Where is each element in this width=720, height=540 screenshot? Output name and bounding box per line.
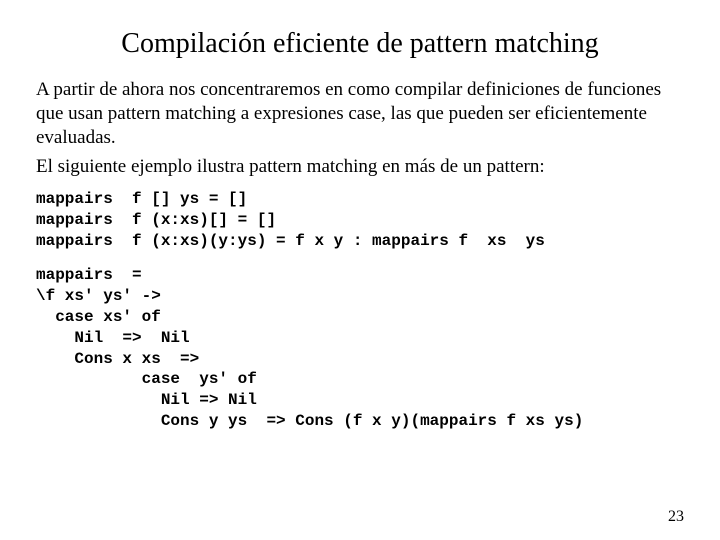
- page-number: 23: [668, 508, 684, 526]
- code-block-2: mappairs = \f xs' ys' -> case xs' of Nil…: [36, 265, 684, 431]
- slide: Compilación eficiente de pattern matchin…: [0, 0, 720, 540]
- slide-title: Compilación eficiente de pattern matchin…: [36, 28, 684, 60]
- paragraph-2: El siguiente ejemplo ilustra pattern mat…: [36, 155, 684, 179]
- paragraph-1: A partir de ahora nos concentraremos en …: [36, 78, 684, 149]
- code-block-1: mappairs f [] ys = [] mappairs f (x:xs)[…: [36, 189, 684, 251]
